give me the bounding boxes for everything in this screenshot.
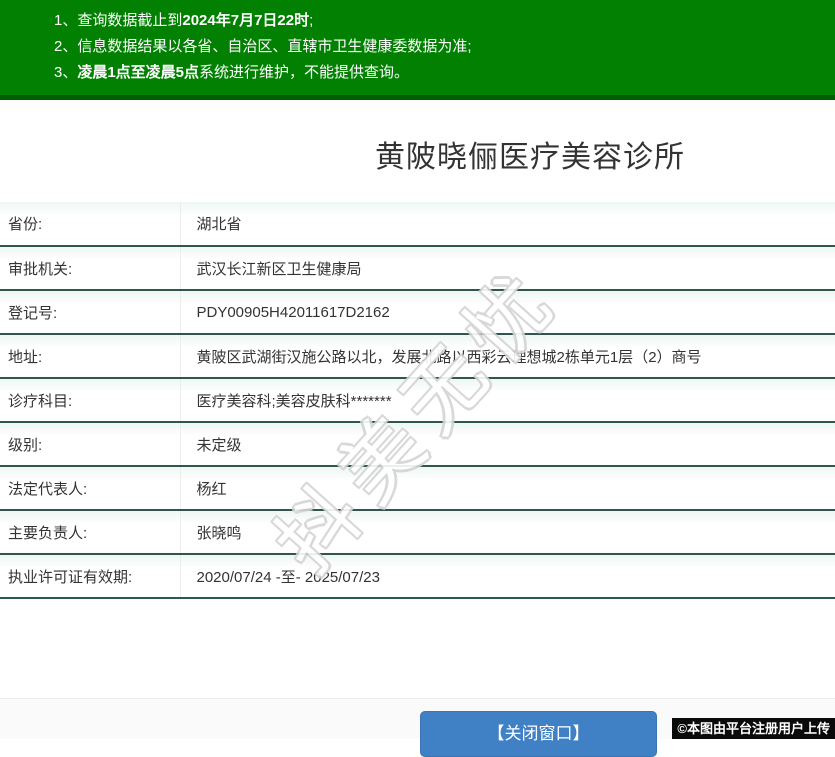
- row-label: 级别:: [0, 422, 181, 467]
- notice-3-post: 系统进行维护，不能提供查询。: [199, 64, 410, 81]
- table-row-registration-number: 登记号: PDY00905H42011617D2162: [0, 290, 835, 335]
- notice-1-bold: 2024年7月7日22时: [182, 12, 310, 29]
- table-row-approval-authority: 审批机关: 武汉长江新区卫生健康局: [0, 246, 835, 291]
- notice-line-2: 2、信息数据结果以各省、自治区、直辖市卫生健康委数据为准;: [54, 34, 815, 60]
- row-value: 2020/07/24 -至- 2025/07/23: [180, 554, 835, 599]
- notice-line-3: 3、凌晨1点至凌晨5点系统进行维护，不能提供查询。: [54, 60, 815, 86]
- notice-line-1: 1、查询数据截止到2024年7月7日22时;: [54, 8, 815, 34]
- row-value: 杨红: [180, 466, 835, 511]
- row-label: 主要负责人:: [0, 510, 181, 555]
- institution-info-table: 省份: 湖北省 审批机关: 武汉长江新区卫生健康局 登记号: PDY00905H…: [0, 202, 835, 599]
- row-value: 未定级: [180, 422, 835, 467]
- table-row-medical-subjects: 诊疗科目: 医疗美容科;美容皮肤科*******: [0, 378, 835, 423]
- upload-credit-badge: ©本图由平台注册用户上传: [672, 718, 835, 739]
- table-row-address: 地址: 黄陂区武湖街汉施公路以北，发展北路以西彩云理想城2栋单元1层（2）商号: [0, 334, 835, 379]
- table-row-level: 级别: 未定级: [0, 422, 835, 467]
- table-row-main-person-in-charge: 主要负责人: 张晓鸣: [0, 510, 835, 555]
- table-row-license-validity: 执业许可证有效期: 2020/07/24 -至- 2025/07/23: [0, 554, 835, 599]
- notice-2-num: 2、: [54, 38, 78, 55]
- row-value: 湖北省: [180, 202, 835, 247]
- close-window-button[interactable]: 【关闭窗口】: [420, 711, 657, 757]
- notice-3-num: 3、: [54, 64, 78, 81]
- row-label: 地址:: [0, 334, 181, 379]
- notice-3-bold: 凌晨1点至凌晨5点: [77, 64, 200, 81]
- page-title: 黄陂晓俪医疗美容诊所: [375, 141, 685, 174]
- row-value: 武汉长江新区卫生健康局: [180, 246, 835, 291]
- row-label: 审批机关:: [0, 246, 181, 291]
- notice-1-post: ;: [309, 12, 314, 29]
- table-row-province: 省份: 湖北省: [0, 202, 835, 247]
- notice-2-text: 信息数据结果以各省、自治区、直辖市卫生健康委数据为准;: [77, 38, 472, 55]
- query-result-page: { "notice_bar": { "lines": [ { "num": "1…: [0, 0, 835, 757]
- row-label: 执业许可证有效期:: [0, 554, 181, 599]
- row-label: 省份:: [0, 202, 181, 247]
- row-label: 法定代表人:: [0, 466, 181, 511]
- row-value: 张晓鸣: [180, 510, 835, 555]
- notice-bar: 1、查询数据截止到2024年7月7日22时; 2、信息数据结果以各省、自治区、直…: [0, 0, 835, 100]
- row-value: PDY00905H42011617D2162: [180, 290, 835, 335]
- row-value: 医疗美容科;美容皮肤科*******: [180, 378, 835, 423]
- table-row-legal-representative: 法定代表人: 杨红: [0, 466, 835, 511]
- notice-1-text: 查询数据截止到: [77, 12, 183, 29]
- row-label: 诊疗科目:: [0, 378, 181, 423]
- row-label: 登记号:: [0, 290, 181, 335]
- row-value: 黄陂区武湖街汉施公路以北，发展北路以西彩云理想城2栋单元1层（2）商号: [180, 334, 835, 379]
- notice-1-num: 1、: [54, 12, 78, 29]
